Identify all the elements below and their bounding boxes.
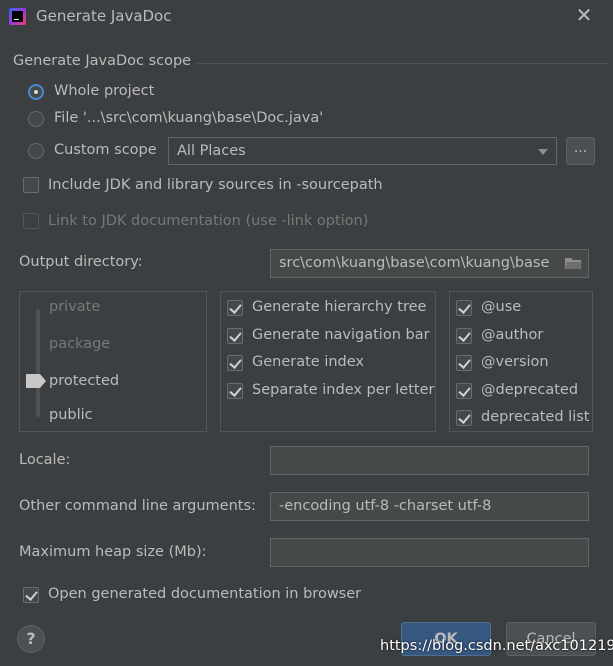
include-jdk-label[interactable]: Include JDK and library sources in -sour… [48, 177, 383, 193]
tag-deprecated-list-checkbox[interactable] [456, 410, 472, 426]
visibility-slider-thumb[interactable] [26, 374, 46, 388]
navigation-bar-label[interactable]: Generate navigation bar [252, 327, 430, 343]
heap-size-field[interactable] [270, 538, 589, 567]
include-jdk-checkbox[interactable] [23, 177, 39, 193]
file-label[interactable]: File '...\src\com\kuang\base\Doc.java' [54, 110, 323, 126]
heap-size-label: Maximum heap size (Mb): [19, 544, 207, 560]
scope-more-button[interactable]: ... [566, 137, 595, 165]
output-dir-value: src\com\kuang\base\com\kuang\base [279, 255, 550, 271]
tag-version-label[interactable]: @version [481, 354, 549, 370]
tag-use-checkbox[interactable] [456, 300, 472, 316]
open-browser-checkbox[interactable] [23, 587, 39, 603]
navigation-bar-checkbox[interactable] [227, 328, 243, 344]
custom-scope-value: All Places [177, 143, 246, 159]
tag-author-label[interactable]: @author [481, 327, 543, 343]
generate-index-checkbox[interactable] [227, 355, 243, 371]
visibility-level-package[interactable]: package [49, 336, 110, 352]
intellij-icon [9, 8, 26, 25]
help-button[interactable]: ? [17, 625, 45, 653]
tag-deprecated-list-label[interactable]: deprecated list [481, 409, 591, 425]
visibility-level-private[interactable]: private [49, 299, 100, 315]
cmd-args-field[interactable]: -encoding utf-8 -charset utf-8 [270, 492, 589, 521]
whole-project-label[interactable]: Whole project [54, 83, 154, 99]
tag-deprecated-checkbox[interactable] [456, 383, 472, 399]
visibility-level-public[interactable]: public [49, 407, 93, 423]
tag-version-checkbox[interactable] [456, 355, 472, 371]
scope-section-title: Generate JavaDoc scope [13, 53, 192, 69]
folder-icon[interactable] [564, 256, 582, 270]
output-dir-label: Output directory: [19, 254, 143, 270]
watermark: https://blog.csdn.net/axc101219 [380, 638, 613, 654]
chevron-down-icon [538, 149, 548, 155]
custom-scope-dropdown[interactable]: All Places [168, 137, 557, 165]
output-dir-field[interactable]: src\com\kuang\base\com\kuang\base [270, 249, 589, 278]
custom-scope-label[interactable]: Custom scope [54, 142, 157, 158]
hierarchy-tree-label[interactable]: Generate hierarchy tree [252, 299, 426, 315]
visibility-level-protected[interactable]: protected [49, 373, 119, 389]
file-radio[interactable] [28, 111, 44, 127]
tag-author-checkbox[interactable] [456, 328, 472, 344]
close-icon[interactable]: ✕ [573, 4, 595, 26]
tag-deprecated-label[interactable]: @deprecated [481, 382, 578, 398]
tag-use-label[interactable]: @use [481, 299, 521, 315]
title-bar: Generate JavaDoc ✕ [0, 0, 613, 36]
cmd-args-label: Other command line arguments: [19, 498, 256, 514]
locale-label: Locale: [19, 452, 71, 468]
whole-project-radio[interactable] [28, 84, 44, 100]
window-title: Generate JavaDoc [36, 7, 172, 25]
link-jdk-label: Link to JDK documentation (use -link opt… [48, 213, 369, 229]
open-browser-label[interactable]: Open generated documentation in browser [48, 586, 361, 602]
custom-scope-radio[interactable] [28, 143, 44, 159]
visibility-slider-track[interactable] [36, 309, 40, 417]
separate-index-label[interactable]: Separate index per letter [252, 382, 434, 398]
hierarchy-tree-checkbox[interactable] [227, 300, 243, 316]
cmd-args-value: -encoding utf-8 -charset utf-8 [279, 498, 492, 514]
generate-index-label[interactable]: Generate index [252, 354, 364, 370]
link-jdk-checkbox[interactable] [23, 213, 39, 229]
visibility-panel [19, 291, 207, 432]
locale-field[interactable] [270, 446, 589, 475]
section-divider [197, 63, 609, 64]
separate-index-checkbox[interactable] [227, 383, 243, 399]
